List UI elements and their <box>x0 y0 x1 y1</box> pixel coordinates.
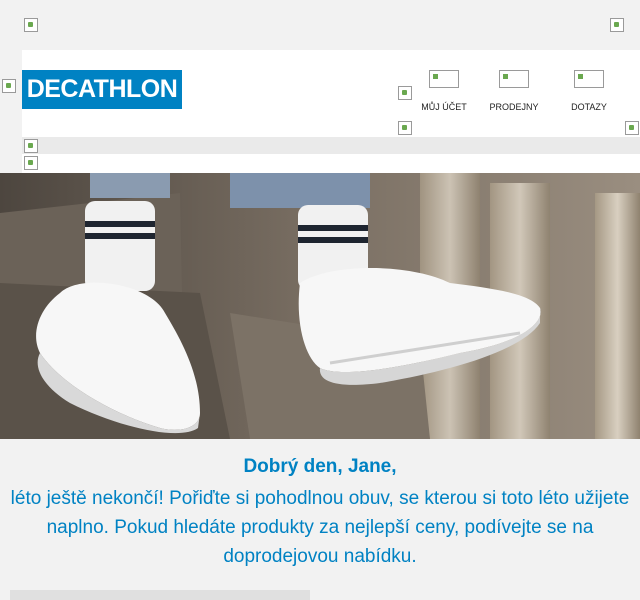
nav-stores[interactable]: PRODEJNY <box>479 70 549 112</box>
spacer-strip <box>22 154 640 173</box>
broken-image-icon <box>24 156 38 170</box>
email-header: DECATHLON MŮJ ÚČET PRODEJNY DOTAZY <box>22 50 640 137</box>
hero-image-sneakers <box>0 173 640 439</box>
question-icon <box>574 70 604 88</box>
spacer-strip <box>22 137 640 154</box>
broken-image-icon <box>2 79 16 93</box>
broken-image-icon <box>24 18 38 32</box>
decathlon-logo[interactable]: DECATHLON <box>22 70 182 109</box>
hero-banner[interactable] <box>0 173 640 439</box>
broken-image-icon <box>625 121 639 135</box>
broken-image-icon <box>610 18 624 32</box>
nav-label: DOTAZY <box>571 102 607 112</box>
store-icon <box>499 70 529 88</box>
greeting-body: léto ještě nekončí! Pořiďte si pohodlnou… <box>10 488 630 567</box>
greeting-section: Dobrý den, Jane, léto ještě nekončí! Poř… <box>0 456 640 571</box>
nav-label: MŮJ ÚČET <box>421 102 467 112</box>
broken-image-icon <box>24 139 38 153</box>
broken-image-icon <box>398 121 412 135</box>
next-section-image <box>10 590 310 600</box>
nav-my-account[interactable]: MŮJ ÚČET <box>409 70 479 112</box>
greeting-title: Dobrý den, Jane, <box>243 456 397 477</box>
nav-questions[interactable]: DOTAZY <box>554 70 624 112</box>
user-icon <box>429 70 459 88</box>
nav-label: PRODEJNY <box>489 102 539 112</box>
